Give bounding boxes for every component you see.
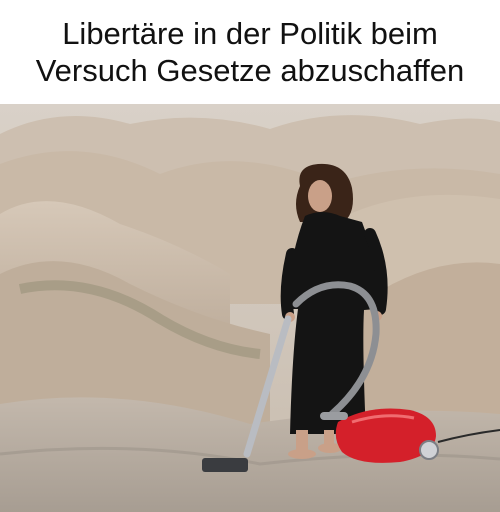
woman-face [308,180,332,212]
vacuum-floor-head [202,458,248,472]
caption-line-2: Versuch Gesetze abzuschaffen [35,53,465,88]
woman-right-leg [324,430,334,448]
meme: Libertäre in der Politik beim Versuch Ge… [0,0,500,512]
woman-left-arm [280,248,298,320]
meme-photo [0,104,500,512]
meme-caption: Libertäre in der Politik beim Versuch Ge… [0,0,500,104]
vacuum-wheel [419,440,439,460]
caption-line-1: Libertäre in der Politik beim [62,16,438,51]
vacuum-hose-connector [320,412,348,420]
woman-left-leg [296,430,308,452]
